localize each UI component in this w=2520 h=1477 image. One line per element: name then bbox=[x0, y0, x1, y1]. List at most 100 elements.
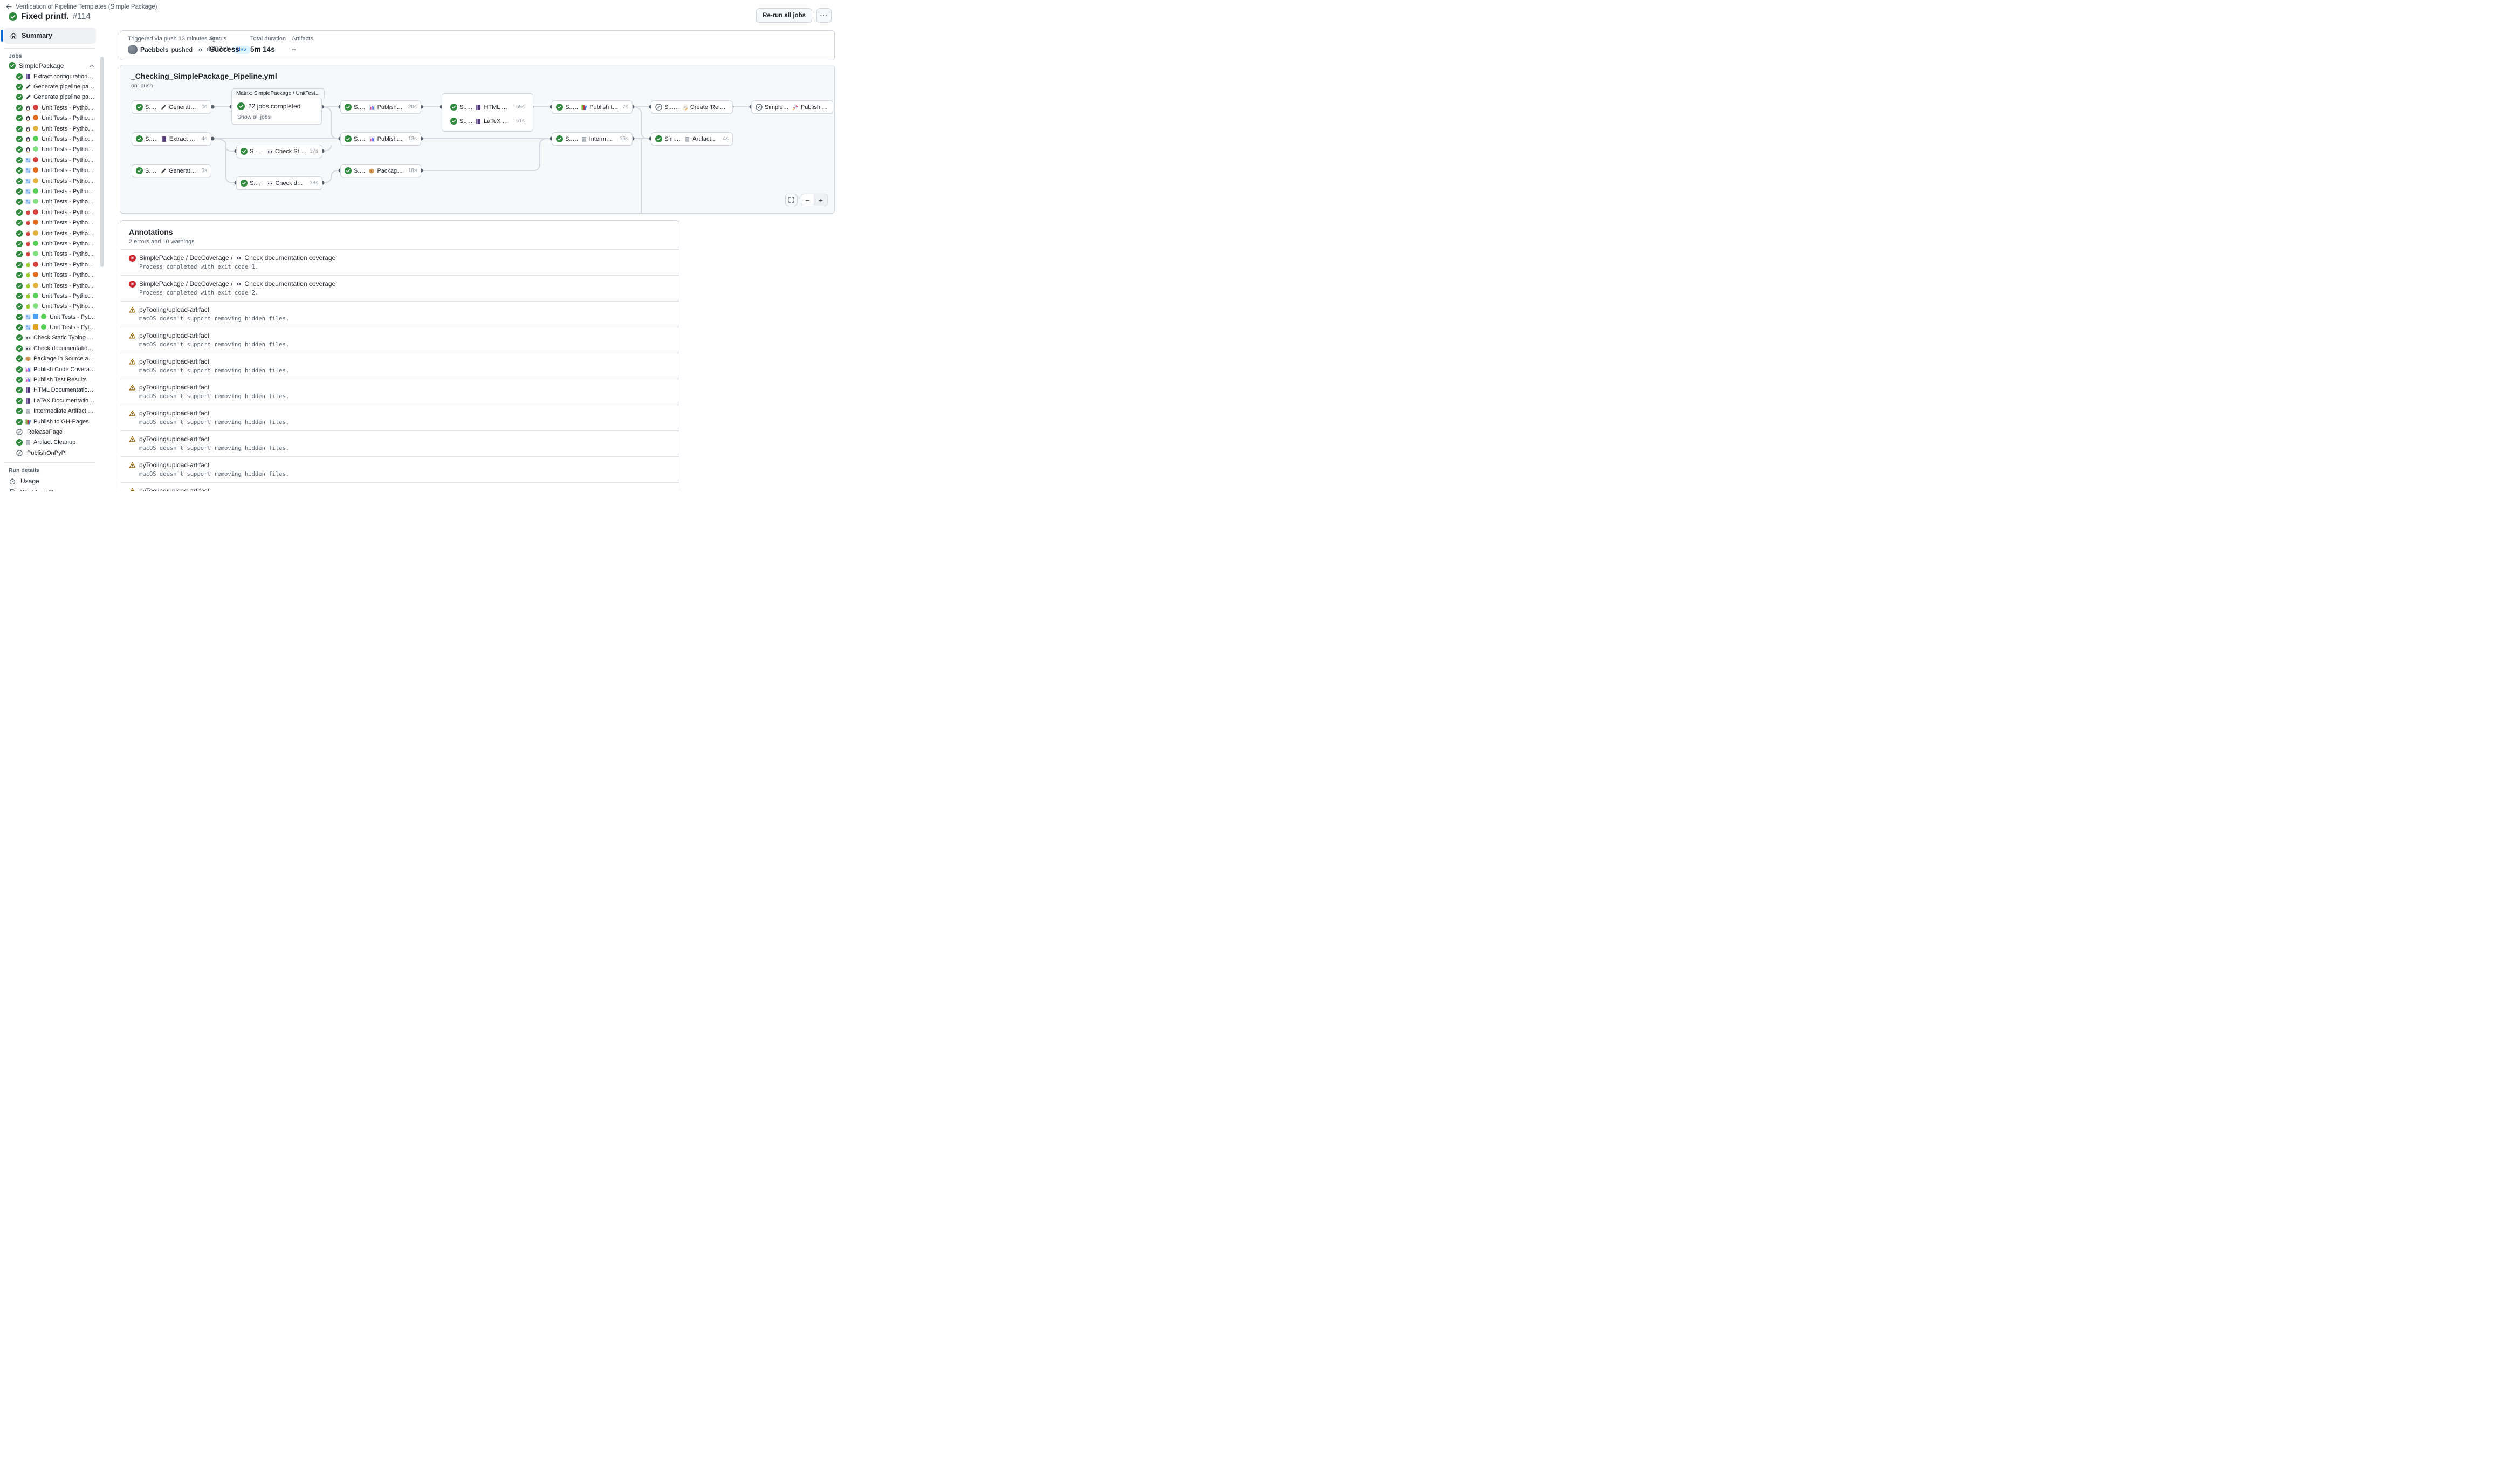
graph-node[interactable]: S... / ... /Generate pipelin...0s bbox=[132, 164, 211, 177]
sidebar-job-item[interactable]: Unit Tests - Python 3.11 bbox=[0, 124, 99, 134]
apple-green-icon bbox=[25, 303, 31, 310]
graph-node[interactable]: S... / ... /LaTeX Docume...51s bbox=[446, 114, 529, 128]
back-arrow-icon[interactable] bbox=[5, 3, 12, 10]
show-all-jobs-link[interactable]: Show all jobs bbox=[237, 114, 271, 120]
annotation-title[interactable]: pyTooling/upload-artifact bbox=[139, 435, 209, 443]
memo-icon bbox=[682, 104, 688, 111]
graph-node[interactable]: S... / ... /Publish to GH-P...7s bbox=[552, 100, 633, 114]
sidebar-job-item[interactable]: Generate pipeline parameters bbox=[0, 81, 99, 92]
avatar[interactable] bbox=[128, 45, 138, 54]
job-icons bbox=[25, 105, 39, 111]
sidebar-job-item[interactable]: Publish to GH-Pages bbox=[0, 416, 99, 427]
job-label: Unit Tests - Python 3.12 bbox=[42, 188, 96, 195]
graph-node[interactable]: S... / ... /HTML Docume...55s bbox=[446, 100, 529, 114]
sidebar-job-item[interactable]: Unit Tests - Python 3.12 bbox=[0, 238, 99, 249]
sidebar-job-item[interactable]: Unit Tests - Python 3.11 bbox=[0, 176, 99, 186]
sidebar-job-item[interactable]: Unit Tests - Python 3.10 bbox=[0, 113, 99, 124]
annotation-title[interactable]: pyTooling/upload-artifact bbox=[139, 358, 209, 365]
zoom-out-button[interactable]: − bbox=[801, 194, 814, 206]
job-icons bbox=[25, 303, 39, 310]
sidebar-job-item[interactable]: Unit Tests - Python 3.11 bbox=[0, 281, 99, 291]
node-duration: 18s bbox=[307, 180, 318, 186]
annotation-title[interactable]: SimplePackage / DocCoverage /Check docum… bbox=[139, 254, 335, 262]
windows-icon bbox=[25, 157, 31, 163]
sidebar-item-summary[interactable]: Summary bbox=[4, 28, 96, 44]
sidebar-job-item[interactable]: Check Static Typing using Pyt... bbox=[0, 333, 99, 343]
sidebar-job-item[interactable]: HTML Documentation using ... bbox=[0, 385, 99, 395]
sidebar-job-item[interactable]: Publish Code Coverage Results bbox=[0, 364, 99, 374]
sidebar-job-item[interactable]: LaTeX Documentation using ... bbox=[0, 395, 99, 406]
sidebar-job-item[interactable]: Intermediate Artifact Cleanup bbox=[0, 406, 99, 416]
sidebar-job-item[interactable]: Unit Tests - Python 3.13 bbox=[0, 249, 99, 259]
page-title: Fixed printf. bbox=[21, 12, 69, 22]
node-name: Check Static Ty... bbox=[275, 148, 305, 155]
sidebar-job-item[interactable]: Unit Tests - Python 3.10 bbox=[0, 217, 99, 228]
sidebar-job-item[interactable]: Unit Tests - Python 3.11 bbox=[0, 228, 99, 238]
annotation-title[interactable]: pyTooling/upload-artifact bbox=[139, 306, 209, 313]
annotation-row: pyTooling/upload-artifactmacOS doesn't s… bbox=[120, 301, 679, 327]
graph-node[interactable]: S... / ... /Publish Code C...20s bbox=[340, 100, 421, 114]
graph-node[interactable]: S... / ... /Check docume...18s bbox=[236, 176, 322, 190]
sidebar-job-item[interactable]: Package in Source and Wheel... bbox=[0, 354, 99, 364]
sidebar-job-item[interactable]: Extract configurations from p... bbox=[0, 71, 99, 81]
sidebar-job-item[interactable]: Unit Tests - Python 3.9 bbox=[0, 259, 99, 270]
sidebar-job-item[interactable]: Unit Tests - Python 3.12 bbox=[0, 186, 99, 196]
sidebar-job-item[interactable]: Unit Tests - Python 3.12 bbox=[0, 134, 99, 144]
sidebar-job-item[interactable]: Generate pipeline parameters bbox=[0, 92, 99, 102]
sidebar-job-item[interactable]: Unit Tests - Python 3.9 bbox=[0, 102, 99, 113]
sidebar-group-simplepackage[interactable]: SimplePackage bbox=[9, 60, 95, 71]
rerun-all-jobs-button[interactable]: Re-run all jobs bbox=[756, 8, 812, 23]
check-circle-icon bbox=[16, 355, 23, 362]
graph-node[interactable]: Simple... / ... /Publish to PyPI bbox=[751, 100, 833, 114]
graph-node[interactable]: S... / ... /Extract configur...4s bbox=[132, 132, 211, 146]
annotation-title[interactable]: SimplePackage / DocCoverage /Check docum… bbox=[139, 280, 335, 288]
error-icon bbox=[129, 255, 136, 262]
sidebar-job-item[interactable]: Artifact Cleanup bbox=[0, 437, 99, 448]
graph-node[interactable]: S... / ... /Generate pipelin...0s bbox=[132, 100, 211, 114]
job-label: Unit Tests - Python 3.13 bbox=[42, 199, 96, 205]
sidebar-job-item[interactable]: Unit Tests - Python 3.10 bbox=[0, 270, 99, 280]
sidebar-job-item[interactable]: ReleasePage bbox=[0, 427, 99, 437]
job-icons bbox=[25, 283, 39, 289]
trash-icon bbox=[25, 408, 31, 414]
actor-name[interactable]: Paebbels bbox=[140, 46, 169, 53]
sidebar-job-item[interactable]: Unit Tests - Python 3.13 bbox=[0, 302, 99, 312]
sidebar-job-item[interactable]: Unit Tests - Python 3.9 bbox=[0, 207, 99, 217]
sidebar-job-item[interactable]: Unit Tests - Python 3.12 bbox=[0, 291, 99, 301]
annotation-title[interactable]: pyTooling/upload-artifact bbox=[139, 384, 209, 391]
node-name: Create 'Release Pa... bbox=[690, 104, 729, 111]
sidebar-job-item[interactable]: Unit Tests - Python 3.13 bbox=[0, 197, 99, 207]
dot-green bbox=[33, 136, 39, 142]
sidebar-job-item[interactable]: Unit Tests - Python 3.13 bbox=[0, 145, 99, 155]
graph-node[interactable]: S... / ... /Intermediate A...16s bbox=[552, 132, 633, 146]
sidebar-job-item[interactable]: Check documentation covera... bbox=[0, 343, 99, 353]
graph-node[interactable]: S... / ... /Create 'Release Pa... bbox=[651, 100, 733, 114]
annotation-title[interactable]: pyTooling/upload-artifact bbox=[139, 332, 209, 339]
sidebar-job-item[interactable]: Unit Tests - Python 3.10 bbox=[0, 166, 99, 176]
annotations-subtitle: 2 errors and 10 warnings bbox=[129, 238, 670, 245]
chevron-up-icon[interactable] bbox=[88, 63, 95, 69]
job-label: Unit Tests - Python 3.11 bbox=[42, 178, 96, 184]
sidebar-scrollbar[interactable] bbox=[100, 57, 104, 267]
graph-node[interactable]: Sim... / ... /Artifact Cleanup4s bbox=[651, 132, 733, 146]
sidebar-job-item[interactable]: Unit Tests - Python 3.9 bbox=[0, 155, 99, 165]
more-options-button[interactable]: ··· bbox=[816, 8, 832, 23]
zoom-in-button[interactable]: + bbox=[814, 194, 827, 206]
sidebar-job-item[interactable]: Publish Test Results bbox=[0, 374, 99, 385]
graph-node[interactable]: S... / ... /Publish Test Re...13s bbox=[340, 132, 421, 146]
annotation-row: SimplePackage / DocCoverage /Check docum… bbox=[120, 249, 679, 275]
graph-node[interactable]: S... / ... /Package in Sou...18s bbox=[340, 164, 421, 177]
node-prefix: S... / ... / bbox=[354, 136, 367, 142]
graph-node[interactable]: S... / ... /Check Static Ty...17s bbox=[236, 145, 322, 158]
annotation-title[interactable]: pyTooling/upload-artifact bbox=[139, 487, 209, 491]
sidebar-item-workflow-file[interactable]: Workflow file bbox=[9, 487, 99, 491]
sidebar-job-item[interactable]: Unit Tests - Python 3.12 bbox=[0, 312, 99, 322]
breadcrumb[interactable]: Verification of Pipeline Templates (Simp… bbox=[16, 4, 157, 10]
sidebar-job-item[interactable]: Unit Tests - Python 3.12 bbox=[0, 322, 99, 332]
matrix-tab[interactable]: Matrix: SimplePackage / UnitTest... bbox=[231, 88, 325, 98]
annotation-title[interactable]: pyTooling/upload-artifact bbox=[139, 409, 209, 417]
annotation-title[interactable]: pyTooling/upload-artifact bbox=[139, 461, 209, 469]
fullscreen-button[interactable] bbox=[785, 194, 798, 206]
sidebar-item-usage[interactable]: Usage bbox=[9, 476, 99, 486]
sidebar-job-item[interactable]: PublishOnPyPI bbox=[0, 448, 99, 458]
